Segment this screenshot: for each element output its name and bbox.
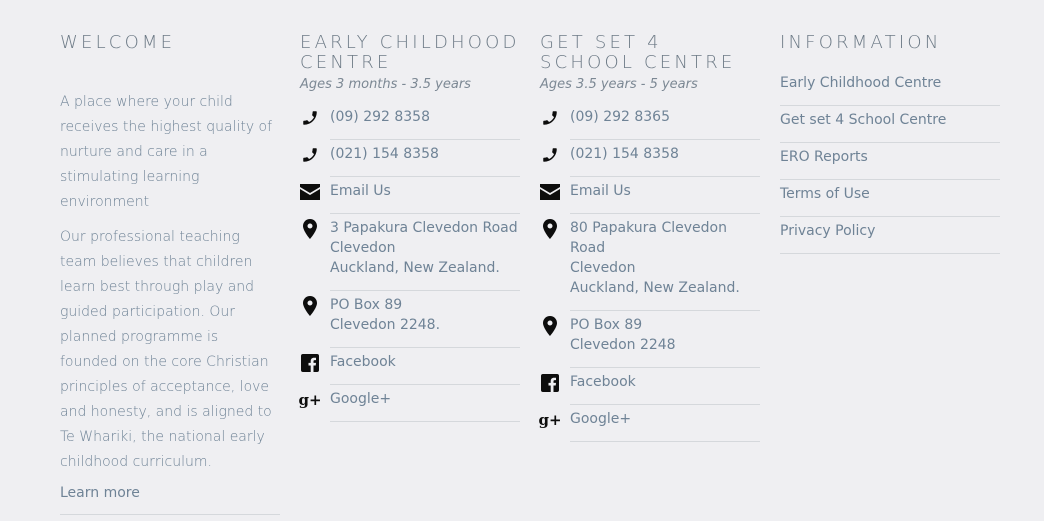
contact-phone[interactable]: (09) 292 8365 xyxy=(540,103,760,140)
contact-email[interactable]: Email Us xyxy=(540,177,760,214)
google-plus-icon: g+ xyxy=(298,390,322,409)
heading-line: SCHOOL CENTRE xyxy=(540,52,736,73)
facebook-icon xyxy=(300,353,320,373)
contact-email[interactable]: Email Us xyxy=(300,177,520,214)
map-marker-icon xyxy=(300,296,320,316)
school-contact-list: (09) 292 8365 (021) 154 8358 Email Us 80… xyxy=(538,103,760,442)
contact-po-box: PO Box 89 Clevedon 2248 xyxy=(540,311,760,368)
heading-line: CENTRE xyxy=(300,52,392,73)
map-marker-icon xyxy=(300,219,320,239)
phone-icon xyxy=(300,145,320,165)
welcome-column: WELCOME A place where your child receive… xyxy=(60,33,280,515)
email-link[interactable]: Email Us xyxy=(570,181,760,201)
address-line: Clevedon xyxy=(330,240,396,256)
learn-more-link[interactable]: Learn more xyxy=(60,482,280,515)
phone-number[interactable]: (09) 292 8365 xyxy=(570,107,760,127)
phone-icon xyxy=(540,108,560,128)
contact-po-box: PO Box 89 Clevedon 2248. xyxy=(300,291,520,348)
address-line: Auckland, New Zealand. xyxy=(570,280,740,296)
contact-facebook[interactable]: Facebook xyxy=(540,368,760,405)
po-box-line: Clevedon 2248. xyxy=(330,317,441,333)
information-heading: INFORMATION xyxy=(780,32,942,53)
envelope-icon xyxy=(540,182,560,202)
phone-icon xyxy=(300,108,320,128)
phone-number[interactable]: (021) 154 8358 xyxy=(570,144,760,164)
welcome-text: A place where your child receives the hi… xyxy=(60,90,280,475)
information-column: INFORMATION Early Childhood Centre Get s… xyxy=(780,33,1000,258)
address-line: 80 Papakura Clevedon Road xyxy=(570,220,727,256)
contact-googleplus[interactable]: g+ Google+ xyxy=(298,385,520,422)
map-marker-icon xyxy=(540,316,560,336)
contact-address: 80 Papakura Clevedon Road Clevedon Auckl… xyxy=(540,214,760,311)
google-plus-icon: g+ xyxy=(538,410,562,429)
contact-facebook[interactable]: Facebook xyxy=(300,348,520,385)
googleplus-link[interactable]: Google+ xyxy=(570,409,760,429)
address-line: 3 Papakura Clevedon Road xyxy=(330,220,518,236)
school-centre-heading: GET SET 4 SCHOOL CENTRE xyxy=(540,33,760,73)
early-childhood-ages: Ages 3 months - 3.5 years xyxy=(300,77,471,92)
heading-line: GET SET 4 xyxy=(540,32,662,53)
early-childhood-column: EARLY CHILDHOOD CENTRE Ages 3 months - 3… xyxy=(298,33,520,422)
facebook-link[interactable]: Facebook xyxy=(570,372,760,392)
facebook-icon xyxy=(540,373,560,393)
phone-icon xyxy=(540,145,560,165)
school-centre-ages: Ages 3.5 years - 5 years xyxy=(540,77,698,92)
info-link-privacy[interactable]: Privacy Policy xyxy=(780,221,1000,254)
early-childhood-heading: EARLY CHILDHOOD CENTRE xyxy=(300,33,520,73)
contact-mobile[interactable]: (021) 154 8358 xyxy=(540,140,760,177)
map-marker-icon xyxy=(540,219,560,239)
site-footer: WELCOME A place where your child receive… xyxy=(0,0,1044,521)
facebook-link[interactable]: Facebook xyxy=(330,352,520,372)
welcome-heading: WELCOME xyxy=(60,32,176,53)
school-centre-column: GET SET 4 SCHOOL CENTRE Ages 3.5 years -… xyxy=(538,33,760,442)
info-link-early-childhood[interactable]: Early Childhood Centre xyxy=(780,73,1000,106)
info-link-school-centre[interactable]: Get set 4 School Centre xyxy=(780,110,1000,143)
information-links: Early Childhood Centre Get set 4 School … xyxy=(780,73,1000,254)
welcome-paragraph: Our professional teaching team believes … xyxy=(60,229,272,470)
heading-line: EARLY CHILDHOOD xyxy=(300,32,520,53)
info-link-ero-reports[interactable]: ERO Reports xyxy=(780,147,1000,180)
contact-mobile[interactable]: (021) 154 8358 xyxy=(300,140,520,177)
contact-googleplus[interactable]: g+ Google+ xyxy=(538,405,760,442)
early-contact-list: (09) 292 8358 (021) 154 8358 Email Us 3 … xyxy=(298,103,520,422)
po-box-line: PO Box 89 xyxy=(570,317,643,333)
po-box-line: PO Box 89 xyxy=(330,297,403,313)
po-box-line: Clevedon 2248 xyxy=(570,337,676,353)
googleplus-link[interactable]: Google+ xyxy=(330,389,520,409)
envelope-icon xyxy=(300,182,320,202)
contact-phone[interactable]: (09) 292 8358 xyxy=(300,103,520,140)
address-line: Auckland, New Zealand. xyxy=(330,260,500,276)
phone-number[interactable]: (09) 292 8358 xyxy=(330,107,520,127)
welcome-paragraph: A place where your child receives the hi… xyxy=(60,94,273,210)
phone-number[interactable]: (021) 154 8358 xyxy=(330,144,520,164)
info-link-terms[interactable]: Terms of Use xyxy=(780,184,1000,217)
contact-address: 3 Papakura Clevedon Road Clevedon Auckla… xyxy=(300,214,520,291)
address-line: Clevedon xyxy=(570,260,636,276)
email-link[interactable]: Email Us xyxy=(330,181,520,201)
